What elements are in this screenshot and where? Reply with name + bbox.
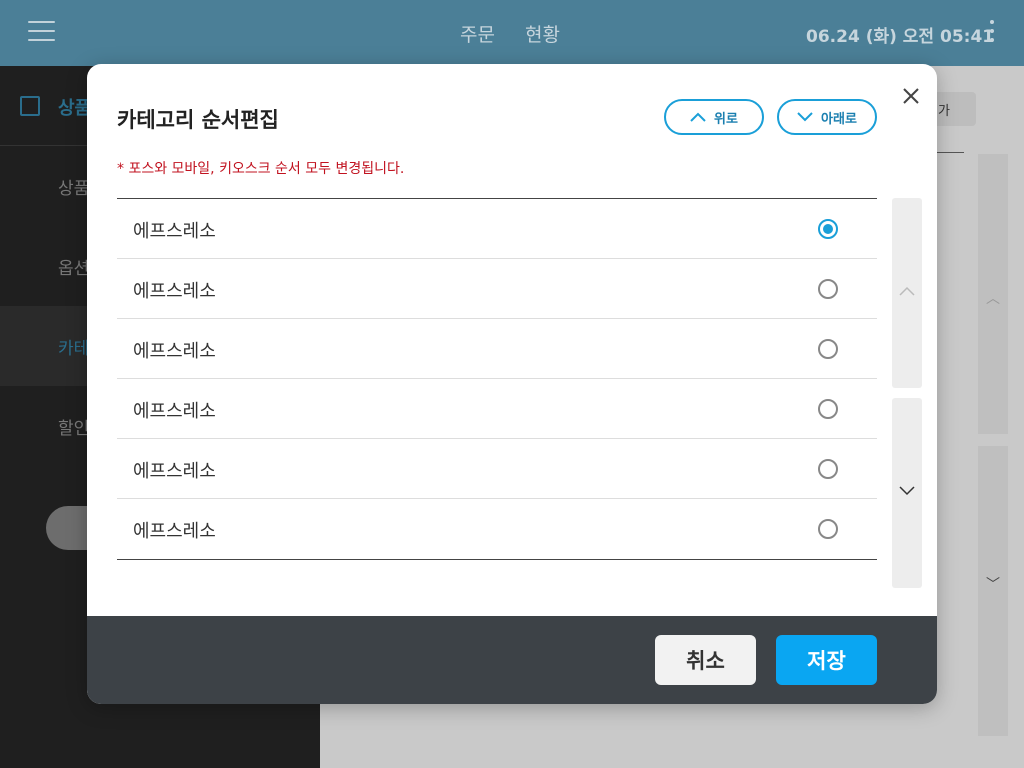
nav-status[interactable]: 현황 bbox=[525, 20, 560, 47]
radio-button[interactable] bbox=[818, 219, 838, 239]
chevron-down-icon: ﹀ bbox=[986, 577, 1000, 593]
sidebar-item-label: 카테 bbox=[58, 339, 90, 359]
list-item[interactable]: 에프스레소 bbox=[117, 199, 877, 259]
list-item-label: 에프스레소 bbox=[133, 281, 216, 302]
move-down-label: 아래로 bbox=[821, 111, 857, 127]
radio-button[interactable] bbox=[818, 459, 838, 479]
list-item[interactable]: 에프스레소 bbox=[117, 439, 877, 499]
radio-button[interactable] bbox=[818, 519, 838, 539]
save-button[interactable]: 저장 bbox=[776, 635, 877, 685]
list-item[interactable]: 에프스레소 bbox=[117, 319, 877, 379]
notice-text: * 포스와 모바일, 키오스크 순서 모두 변경됩니다. bbox=[117, 161, 405, 177]
close-icon[interactable] bbox=[899, 84, 923, 108]
list-item[interactable]: 에프스레소 bbox=[117, 379, 877, 439]
more-icon[interactable] bbox=[990, 20, 995, 47]
scroll-down-button[interactable] bbox=[892, 398, 922, 588]
top-nav: 주문 현황 bbox=[460, 20, 560, 47]
scroll-up-button[interactable] bbox=[892, 198, 922, 388]
top-bar: 주문 현황 06.24 (화) 오전 05:41 bbox=[0, 0, 1024, 66]
list-item[interactable]: 에프스레소 bbox=[117, 259, 877, 319]
modal-footer: 취소 저장 bbox=[87, 616, 937, 704]
radio-button[interactable] bbox=[818, 399, 838, 419]
sidebar-item-label: 상품 bbox=[58, 179, 90, 199]
cancel-button[interactable]: 취소 bbox=[655, 635, 756, 685]
list-item-label: 에프스레소 bbox=[133, 461, 216, 482]
chevron-down-icon bbox=[899, 486, 915, 496]
list-item-label: 에프스레소 bbox=[133, 341, 216, 362]
add-button[interactable]: 가 bbox=[932, 92, 976, 126]
sidebar-item-label: 할인 bbox=[58, 419, 90, 439]
list-item[interactable]: 에프스레소 bbox=[117, 499, 877, 559]
category-order-modal: 카테고리 순서편집 위로 아래로 * 포스와 모바일, 키오스크 순서 모두 변… bbox=[87, 64, 937, 704]
modal-title: 카테고리 순서편집 bbox=[117, 108, 279, 132]
list-item-label: 에프스레소 bbox=[133, 221, 216, 242]
chevron-up-icon: ︿ bbox=[986, 291, 1000, 307]
chevron-up-icon bbox=[899, 286, 915, 296]
chevron-up-icon bbox=[690, 112, 706, 122]
nav-order[interactable]: 주문 bbox=[460, 20, 495, 47]
move-up-button[interactable]: 위로 bbox=[664, 99, 764, 135]
edit-icon bbox=[20, 96, 40, 116]
category-list: 에프스레소 에프스레소 에프스레소 에프스레소 에프스레소 에프스레소 bbox=[117, 198, 877, 560]
sidebar-item-label: 옵션 bbox=[58, 259, 90, 279]
datetime: 06.24 (화) 오전 05:41 bbox=[806, 27, 995, 47]
list-item-label: 에프스레소 bbox=[133, 401, 216, 422]
radio-button[interactable] bbox=[818, 339, 838, 359]
menu-icon[interactable] bbox=[28, 21, 55, 41]
move-up-label: 위로 bbox=[714, 111, 738, 127]
list-item-label: 에프스레소 bbox=[133, 521, 216, 542]
move-down-button[interactable]: 아래로 bbox=[777, 99, 877, 135]
radio-button[interactable] bbox=[818, 279, 838, 299]
chevron-down-icon bbox=[797, 112, 813, 122]
